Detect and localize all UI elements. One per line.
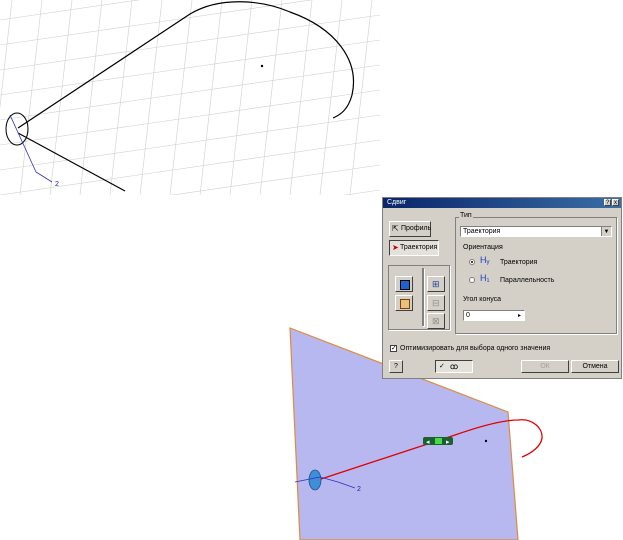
help-title-button[interactable]: ? bbox=[604, 199, 611, 206]
profile-button[interactable]: ⇱ Профиль bbox=[389, 221, 431, 237]
join-icon: ⊞ bbox=[432, 279, 440, 289]
help-button-label: ? bbox=[394, 363, 398, 370]
optimize-checkbox[interactable]: ✓ bbox=[390, 345, 397, 352]
parallel-orientation-icon: H₁ bbox=[480, 273, 490, 283]
cancel-button-label: Отмена bbox=[582, 363, 608, 370]
sketch-center-point bbox=[260, 64, 264, 68]
glasses-icon: ꝏ bbox=[450, 362, 459, 371]
path-button[interactable]: ➤ Траектория bbox=[389, 240, 439, 256]
surface-square-icon bbox=[400, 299, 410, 309]
dialog-titlebar[interactable]: Сдвиг ? x bbox=[383, 198, 621, 208]
cut-button[interactable]: ⊟ bbox=[427, 295, 445, 311]
surface-output-button[interactable] bbox=[395, 295, 413, 311]
taper-input[interactable]: 0 ▸ bbox=[463, 310, 525, 321]
join-button[interactable]: ⊞ bbox=[427, 276, 445, 292]
dialog-title: Сдвиг bbox=[387, 199, 407, 206]
chevron-right-icon[interactable]: ▸ bbox=[515, 311, 524, 320]
orientation-path-radio[interactable] bbox=[469, 259, 475, 265]
help-button[interactable]: ? bbox=[389, 360, 403, 373]
preview-dimension-label: 2 bbox=[357, 486, 361, 493]
cut-icon: ⊟ bbox=[432, 298, 440, 308]
ok-button[interactable]: ОК bbox=[521, 360, 569, 373]
orientation-parallel-radio[interactable] bbox=[469, 277, 475, 283]
taper-value: 0 bbox=[466, 312, 470, 319]
solid-output-button[interactable] bbox=[395, 276, 413, 292]
cursor-arrow-icon: ⇱ bbox=[392, 224, 399, 233]
type-group-label: Тип bbox=[459, 212, 473, 219]
move-triad-icon[interactable]: ◂ ▸ bbox=[423, 437, 453, 446]
cursor-arrow-red-icon: ➤ bbox=[392, 243, 399, 252]
type-select[interactable]: Траектория ▼ bbox=[460, 226, 612, 237]
sketch-viewport[interactable]: 2 bbox=[0, 0, 380, 195]
cancel-button[interactable]: Отмена bbox=[571, 360, 619, 373]
preview-center-point bbox=[484, 439, 488, 443]
orientation-path-label: Траектория bbox=[500, 259, 538, 266]
profile-button-label: Профиль bbox=[401, 225, 432, 232]
type-select-value: Траектория bbox=[463, 228, 501, 235]
sweep-profile-disc bbox=[308, 469, 322, 491]
orientation-parallel-label: Параллельность bbox=[500, 277, 555, 284]
solid-cube-icon bbox=[400, 280, 410, 290]
sweep-dialog: Сдвиг ? x ⇱ Профиль ➤ Траектория ⊞ ⊟ ⊠ Т… bbox=[382, 197, 622, 379]
ok-button-label: ОК bbox=[540, 363, 550, 370]
optimize-label: Оптимизировать для выбора одного значени… bbox=[400, 345, 551, 352]
path-orientation-icon: Hᵧ bbox=[480, 255, 490, 265]
svg-text:▸: ▸ bbox=[446, 439, 450, 446]
path-button-label: Траектория bbox=[400, 244, 438, 251]
chevron-down-icon[interactable]: ▼ bbox=[601, 227, 611, 236]
join-group bbox=[422, 268, 424, 326]
intersect-icon: ⊠ bbox=[432, 316, 440, 326]
taper-label: Угол конуса bbox=[463, 296, 502, 303]
close-title-button[interactable]: x bbox=[612, 199, 619, 206]
intersect-button[interactable]: ⊠ bbox=[427, 313, 445, 329]
orientation-label: Ориентация bbox=[463, 244, 503, 251]
svg-text:◂: ◂ bbox=[426, 439, 430, 446]
sketch-dimension-label: 2 bbox=[55, 181, 59, 188]
preview-checkbox-mark: ✓ bbox=[439, 363, 445, 370]
preview-toggle[interactable]: ✓ ꝏ bbox=[435, 360, 473, 373]
